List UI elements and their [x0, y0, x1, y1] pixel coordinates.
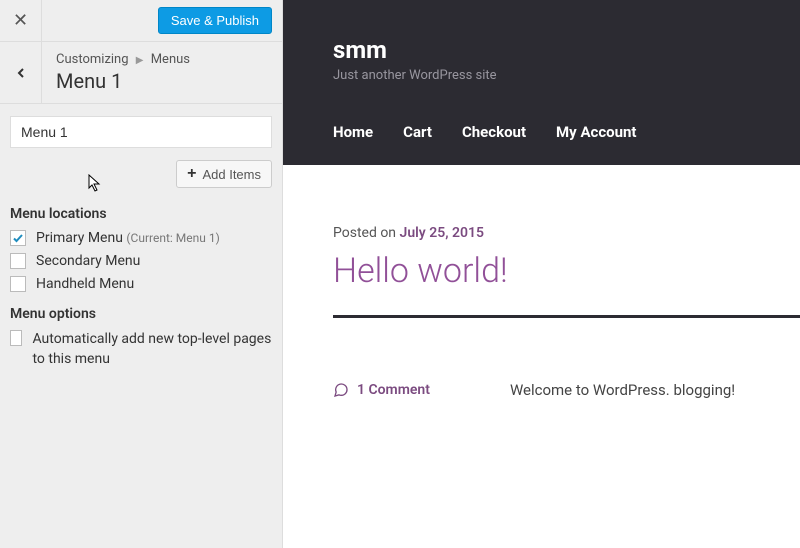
menu-locations-heading: Menu locations [10, 206, 272, 222]
cursor-icon [88, 174, 104, 194]
save-publish-button[interactable]: Save & Publish [158, 7, 272, 34]
comment-icon [333, 382, 349, 398]
location-row-primary: Primary Menu (Current: Menu 1) [10, 230, 272, 246]
chevron-left-icon [13, 65, 29, 81]
post-meta-line: Posted on July 25, 2015 [333, 225, 800, 241]
checkbox-handheld-menu[interactable] [10, 276, 26, 292]
location-label: Primary Menu [36, 230, 123, 246]
nav-link-home[interactable]: Home [333, 123, 373, 141]
post-excerpt: Welcome to WordPress. blogging! [510, 378, 735, 402]
location-sublabel: (Current: Menu 1) [126, 231, 219, 245]
customizer-sidebar: ✕ Save & Publish Customizing ▶ Menus Men… [0, 0, 283, 548]
post-meta-row: 1 Comment Welcome to WordPress. blogging… [333, 378, 800, 402]
site-preview: smm Just another WordPress site Home Car… [283, 0, 800, 548]
back-button[interactable] [0, 42, 42, 103]
panel-title: Menu 1 [56, 69, 190, 93]
site-title[interactable]: smm [333, 36, 800, 64]
location-label: Handheld Menu [36, 276, 134, 292]
posted-on-prefix: Posted on [333, 225, 400, 241]
comment-count-label: 1 Comment [357, 382, 430, 398]
add-items-label: Add Items [202, 167, 261, 182]
post-divider [333, 315, 800, 318]
save-wrap: Save & Publish [42, 0, 282, 41]
breadcrumb-root: Customizing [56, 52, 129, 67]
checkbox-secondary-menu[interactable] [10, 253, 26, 269]
sidebar-body: + Add Items Menu locations Primary Menu … [0, 104, 282, 381]
breadcrumb: Customizing ▶ Menus Menu 1 [42, 42, 204, 103]
sidebar-header: ✕ Save & Publish [0, 0, 282, 42]
preview-content: Posted on July 25, 2015 Hello world! 1 C… [283, 165, 800, 402]
preview-header: smm Just another WordPress site Home Car… [283, 0, 800, 165]
breadcrumb-row: Customizing ▶ Menus Menu 1 [0, 42, 282, 104]
menu-name-input[interactable] [10, 116, 272, 148]
checkbox-auto-add-pages[interactable] [10, 330, 22, 346]
close-button[interactable]: ✕ [0, 0, 42, 41]
menu-options-heading: Menu options [10, 306, 272, 322]
close-icon: ✕ [13, 10, 28, 31]
preview-nav: Home Cart Checkout My Account [333, 123, 800, 165]
location-row-secondary: Secondary Menu [10, 253, 272, 269]
comment-link[interactable]: 1 Comment [333, 378, 430, 402]
nav-link-my-account[interactable]: My Account [556, 123, 636, 141]
plus-icon: + [187, 165, 196, 183]
location-row-handheld: Handheld Menu [10, 276, 272, 292]
nav-link-cart[interactable]: Cart [403, 123, 432, 141]
post-date[interactable]: July 25, 2015 [400, 225, 484, 241]
breadcrumb-section: Menus [151, 52, 190, 67]
auto-add-label: Automatically add new top-level pages to… [32, 330, 272, 369]
add-items-button[interactable]: + Add Items [176, 160, 272, 188]
checkmark-icon [12, 232, 24, 244]
auto-add-row: Automatically add new top-level pages to… [10, 330, 272, 369]
nav-link-checkout[interactable]: Checkout [462, 123, 526, 141]
location-label: Secondary Menu [36, 253, 140, 269]
breadcrumb-caret-icon: ▶ [136, 55, 144, 66]
post-title[interactable]: Hello world! [333, 251, 800, 291]
site-tagline: Just another WordPress site [333, 68, 800, 83]
checkbox-primary-menu[interactable] [10, 230, 26, 246]
